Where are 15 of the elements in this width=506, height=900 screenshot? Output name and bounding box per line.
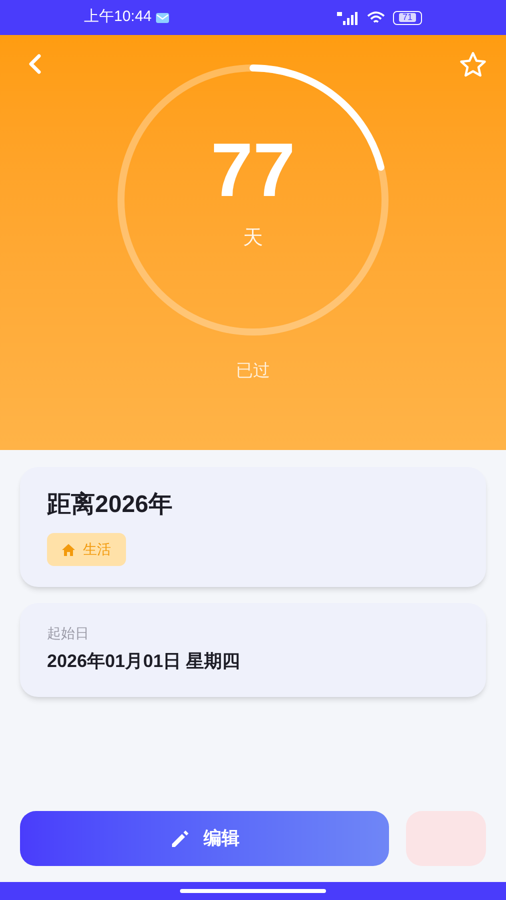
signal-icon [337, 10, 359, 24]
category-label: 生活 [83, 540, 111, 559]
start-date-value: 2026年01月01日 星期四 [47, 650, 242, 673]
wifi-icon [367, 10, 385, 24]
pencil-icon [170, 828, 190, 848]
day-count: 77 [210, 133, 296, 209]
event-title: 距离2026年 [47, 490, 172, 520]
edit-button[interactable]: 编辑 [20, 811, 389, 866]
home-icon [62, 544, 75, 556]
status-time: 上午10:44 [84, 7, 152, 28]
elapsed-label: 已过 [236, 360, 270, 382]
start-date-label: 起始日 [47, 624, 90, 643]
mail-icon [156, 12, 169, 22]
battery-level: 71 [399, 13, 416, 22]
day-unit: 天 [243, 226, 263, 251]
